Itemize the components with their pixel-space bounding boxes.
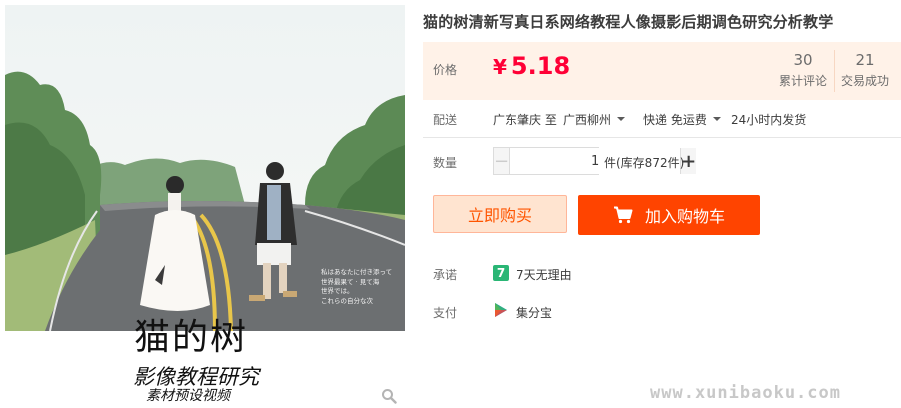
- quantity-stepper: − +: [493, 147, 697, 175]
- shopping-cart-icon: [613, 206, 633, 224]
- shipping-destination-select[interactable]: 广西柳州: [563, 111, 626, 128]
- search-icon[interactable]: [381, 388, 397, 404]
- shipping-dispatch: 24小时内发货: [731, 113, 807, 127]
- promise-text[interactable]: 7天无理由: [516, 266, 572, 283]
- sales-count: 21: [855, 51, 875, 69]
- price-label: 价格: [433, 63, 458, 77]
- seven-day-return-icon: 7: [493, 265, 509, 281]
- buy-now-button[interactable]: 立即购买: [433, 195, 567, 233]
- site-watermark: www.xunibaoku.com: [650, 383, 841, 403]
- price-value: ¥5.18: [493, 52, 570, 80]
- quantity-label: 数量: [433, 156, 458, 170]
- price-amount: 5.18: [510, 52, 571, 80]
- shipping-origin: 广东肇庆 至: [493, 113, 557, 127]
- jifenbao-icon: [493, 302, 509, 318]
- add-to-cart-button[interactable]: 加入购物车: [578, 195, 760, 235]
- promise-label: 承诺: [433, 268, 458, 282]
- reviews-label: 累计评论: [778, 74, 827, 88]
- chevron-down-icon: [617, 116, 626, 121]
- shipping-method: 快递 免运费: [643, 113, 707, 127]
- stat-sales: 21 交易成功: [834, 50, 895, 92]
- photo-caption: 私はあなたに付き添って 世界最果て · 見て海 世界では。 これらの自分な次: [321, 268, 393, 305]
- sales-label: 交易成功: [840, 74, 889, 88]
- reviews-count: 30: [793, 51, 813, 69]
- currency-symbol: ¥: [493, 55, 507, 79]
- shipping-destination: 广西柳州: [563, 113, 612, 127]
- quantity-decrease-button[interactable]: −: [494, 148, 511, 174]
- product-gallery: 私はあなたに付き添って 世界最果て · 見て海 世界では。 これらの自分な次 猫…: [0, 0, 411, 406]
- shipping-label: 配送: [433, 113, 458, 127]
- add-to-cart-label: 加入购物车: [644, 207, 725, 226]
- sales-stats: 30 累计评论 21 交易成功: [772, 50, 895, 92]
- payment-label: 支付: [433, 306, 458, 320]
- stock-info: 件(库存872件): [604, 156, 685, 170]
- stat-reviews[interactable]: 30 累计评论: [772, 50, 834, 92]
- chevron-down-icon: [712, 116, 721, 121]
- brand-title: 猫的树: [134, 317, 249, 358]
- product-title: 猫的树清新写真日系网络教程人像摄影后期调色研究分析教学: [423, 13, 834, 31]
- payment-text: 集分宝: [516, 306, 553, 320]
- shipping-method-select[interactable]: 快递 免运费: [643, 111, 721, 128]
- divider: [423, 137, 901, 138]
- brand-subtitle-secondary: 素材预设视频: [146, 388, 230, 404]
